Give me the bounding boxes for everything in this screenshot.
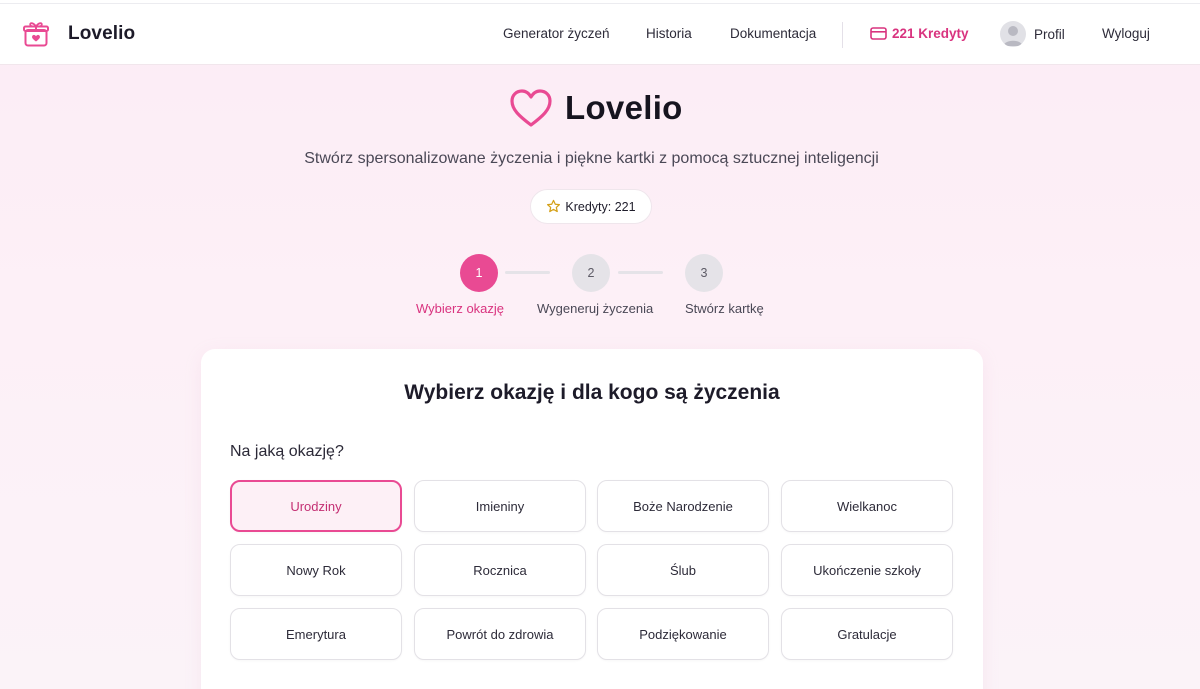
occasion-option-button[interactable]: Podziękowanie bbox=[597, 608, 769, 660]
logout-link[interactable]: Wyloguj bbox=[1102, 26, 1150, 41]
occasion-option-button[interactable]: Urodziny bbox=[230, 480, 402, 532]
occasion-option-button[interactable]: Imieniny bbox=[414, 480, 586, 532]
step-2-indicator: 2 bbox=[572, 254, 610, 292]
gift-icon bbox=[23, 22, 49, 47]
panel-title: Wybierz okazję i dla kogo są życzenia bbox=[404, 381, 780, 404]
hero-title: Lovelio bbox=[565, 89, 683, 126]
occasion-option-button[interactable]: Ukończenie szkoły bbox=[781, 544, 953, 596]
step-2-label: Wygeneruj życzenia bbox=[537, 301, 654, 316]
nav-divider bbox=[842, 22, 843, 48]
occasion-option-button[interactable]: Powrót do zdrowia bbox=[414, 608, 586, 660]
hero-subtitle: Stwórz spersonalizowane życzenia i piękn… bbox=[304, 150, 879, 167]
occasion-option-button[interactable]: Boże Narodzenie bbox=[597, 480, 769, 532]
credits-badge: Kredyty: 221 bbox=[530, 189, 652, 224]
nav-credits-label: 221 Kredyty bbox=[892, 26, 969, 41]
step-1-label: Wybierz okazję bbox=[416, 301, 505, 316]
occasion-option-button[interactable]: Ślub bbox=[597, 544, 769, 596]
occasion-option-button[interactable]: Gratulacje bbox=[781, 608, 953, 660]
nav-link-history[interactable]: Historia bbox=[646, 26, 692, 41]
step-1-indicator: 1 bbox=[460, 254, 498, 292]
nav-link-generator[interactable]: Generator życzeń bbox=[503, 26, 610, 41]
nav-profile-label: Profil bbox=[1034, 26, 1065, 42]
heart-icon bbox=[510, 89, 552, 127]
step-connector-1 bbox=[505, 271, 550, 274]
star-icon bbox=[547, 199, 561, 213]
avatar-icon bbox=[1000, 21, 1026, 47]
occasion-question: Na jaką okazję? bbox=[230, 443, 344, 460]
credit-card-icon bbox=[870, 27, 887, 40]
occasion-panel: Wybierz okazję i dla kogo są życzenia Na… bbox=[201, 349, 983, 689]
step-3-indicator: 3 bbox=[685, 254, 723, 292]
step-3-label: Stwórz kartkę bbox=[685, 301, 764, 316]
nav-credits-link[interactable]: 221 Kredyty bbox=[870, 26, 969, 41]
credits-badge-label: Kredyty: 221 bbox=[565, 199, 636, 214]
occasion-option-button[interactable]: Rocznica bbox=[414, 544, 586, 596]
top-navbar: Lovelio Generator życzeń Historia Dokume… bbox=[0, 4, 1200, 65]
occasion-option-button[interactable]: Nowy Rok bbox=[230, 544, 402, 596]
occasion-option-button[interactable]: Emerytura bbox=[230, 608, 402, 660]
nav-profile-link[interactable]: Profil bbox=[1000, 21, 1065, 47]
nav-link-docs[interactable]: Dokumentacja bbox=[730, 26, 816, 41]
occasion-option-button[interactable]: Wielkanoc bbox=[781, 480, 953, 532]
step-connector-2 bbox=[618, 271, 663, 274]
brand-logo-link[interactable]: Lovelio bbox=[23, 20, 135, 48]
brand-name: Lovelio bbox=[68, 23, 136, 44]
hero-logo: Lovelio bbox=[509, 88, 683, 128]
